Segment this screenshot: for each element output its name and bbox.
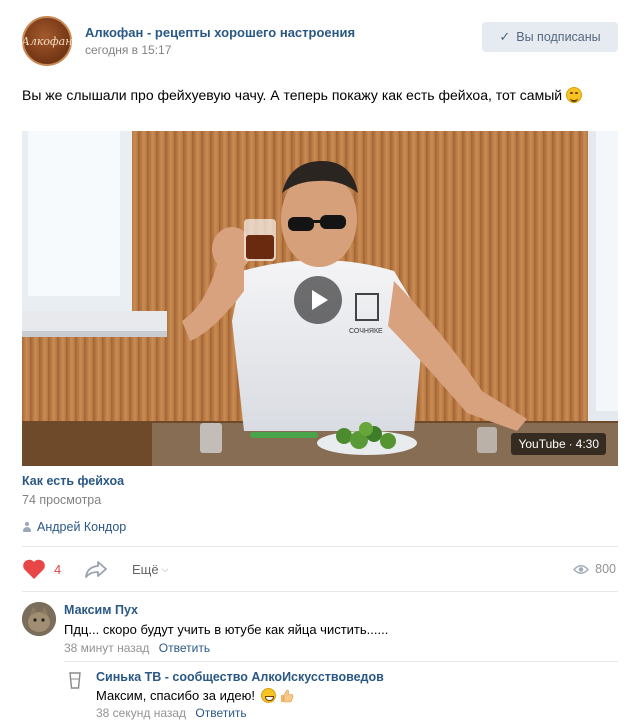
comment-author-link[interactable]: Синька ТВ - сообщество АлкоИскусствоведо…: [96, 670, 384, 684]
shirt-logo-text: СОЧНЯКЕ: [349, 328, 383, 335]
comment-text: Пдц... скоро будут учить в ютубе как яйц…: [64, 622, 389, 637]
reply-button[interactable]: Ответить: [159, 641, 210, 655]
video-views: 74 просмотра: [22, 493, 102, 507]
views-counter: 800: [573, 562, 616, 576]
video-duration-badge: YouTube · 4:30: [511, 433, 606, 455]
reply-button[interactable]: Ответить: [195, 706, 246, 720]
commenter-avatar[interactable]: [64, 670, 86, 692]
comment-time[interactable]: 38 минут назад: [64, 641, 149, 655]
post-actions: 4 Ещё ⌵ 800: [22, 557, 618, 583]
comment-meta: 38 секунд назад Ответить: [96, 706, 247, 720]
divider: [22, 546, 618, 547]
like-count: 4: [54, 562, 62, 577]
badge-separator: ·: [568, 437, 573, 451]
comment-text: Максим, спасибо за идею!: [96, 688, 294, 703]
divider: [22, 591, 618, 592]
eye-icon: [573, 564, 590, 574]
heart-icon: [23, 559, 45, 579]
post-header: Алкофан Алкофан - рецепты хорошего настр…: [22, 16, 618, 68]
play-button[interactable]: [294, 276, 342, 324]
share-icon: [85, 561, 107, 578]
post-text: Вы же слышали про фейхуевую чачу. А тепе…: [22, 87, 582, 103]
subscribed-label: Вы подписаны: [516, 30, 601, 44]
commenter-avatar[interactable]: [22, 602, 56, 636]
person-icon: [22, 521, 32, 533]
share-button[interactable]: [84, 559, 108, 584]
author-name: Андрей Кондор: [37, 520, 127, 534]
video-source: YouTube: [518, 437, 566, 451]
post-time[interactable]: сегодня в 15:17: [85, 43, 171, 57]
video-duration: 4:30: [575, 437, 599, 451]
chevron-down-icon: ⌵: [161, 564, 169, 574]
video-player[interactable]: СОЧНЯКЕ YouTube · 4:30: [22, 131, 618, 466]
smile-emoji-icon: [565, 87, 582, 103]
comment-text-content: Максим, спасибо за идею!: [96, 688, 256, 703]
like-button[interactable]: 4: [22, 559, 61, 580]
group-name-link[interactable]: Алкофан - рецепты хорошего настроения: [85, 25, 355, 40]
glass-logo-icon: [69, 672, 81, 689]
comment-meta: 38 минут назад Ответить: [64, 641, 210, 655]
more-button[interactable]: Ещё ⌵: [132, 562, 168, 577]
post-author[interactable]: Андрей Кондор: [22, 520, 126, 534]
comment-time[interactable]: 38 секунд назад: [96, 706, 186, 720]
check-icon: ✓: [499, 29, 511, 44]
more-label: Ещё: [132, 562, 159, 577]
subscribed-button[interactable]: ✓ Вы подписаны: [482, 22, 618, 52]
group-logo-text: Алкофан: [21, 34, 73, 48]
thumbs-up-icon: [281, 689, 294, 703]
play-icon: [312, 290, 328, 310]
post-text-content: Вы же слышали про фейхуевую чачу. А тепе…: [22, 87, 563, 103]
cat-avatar-image: [22, 602, 56, 636]
divider: [64, 661, 618, 662]
group-avatar[interactable]: Алкофан: [22, 16, 72, 66]
grin-emoji-icon: [260, 688, 276, 703]
views-count: 800: [595, 562, 616, 576]
comment-author-link[interactable]: Максим Пух: [64, 603, 138, 617]
video-title-link[interactable]: Как есть фейхоа: [22, 474, 124, 488]
